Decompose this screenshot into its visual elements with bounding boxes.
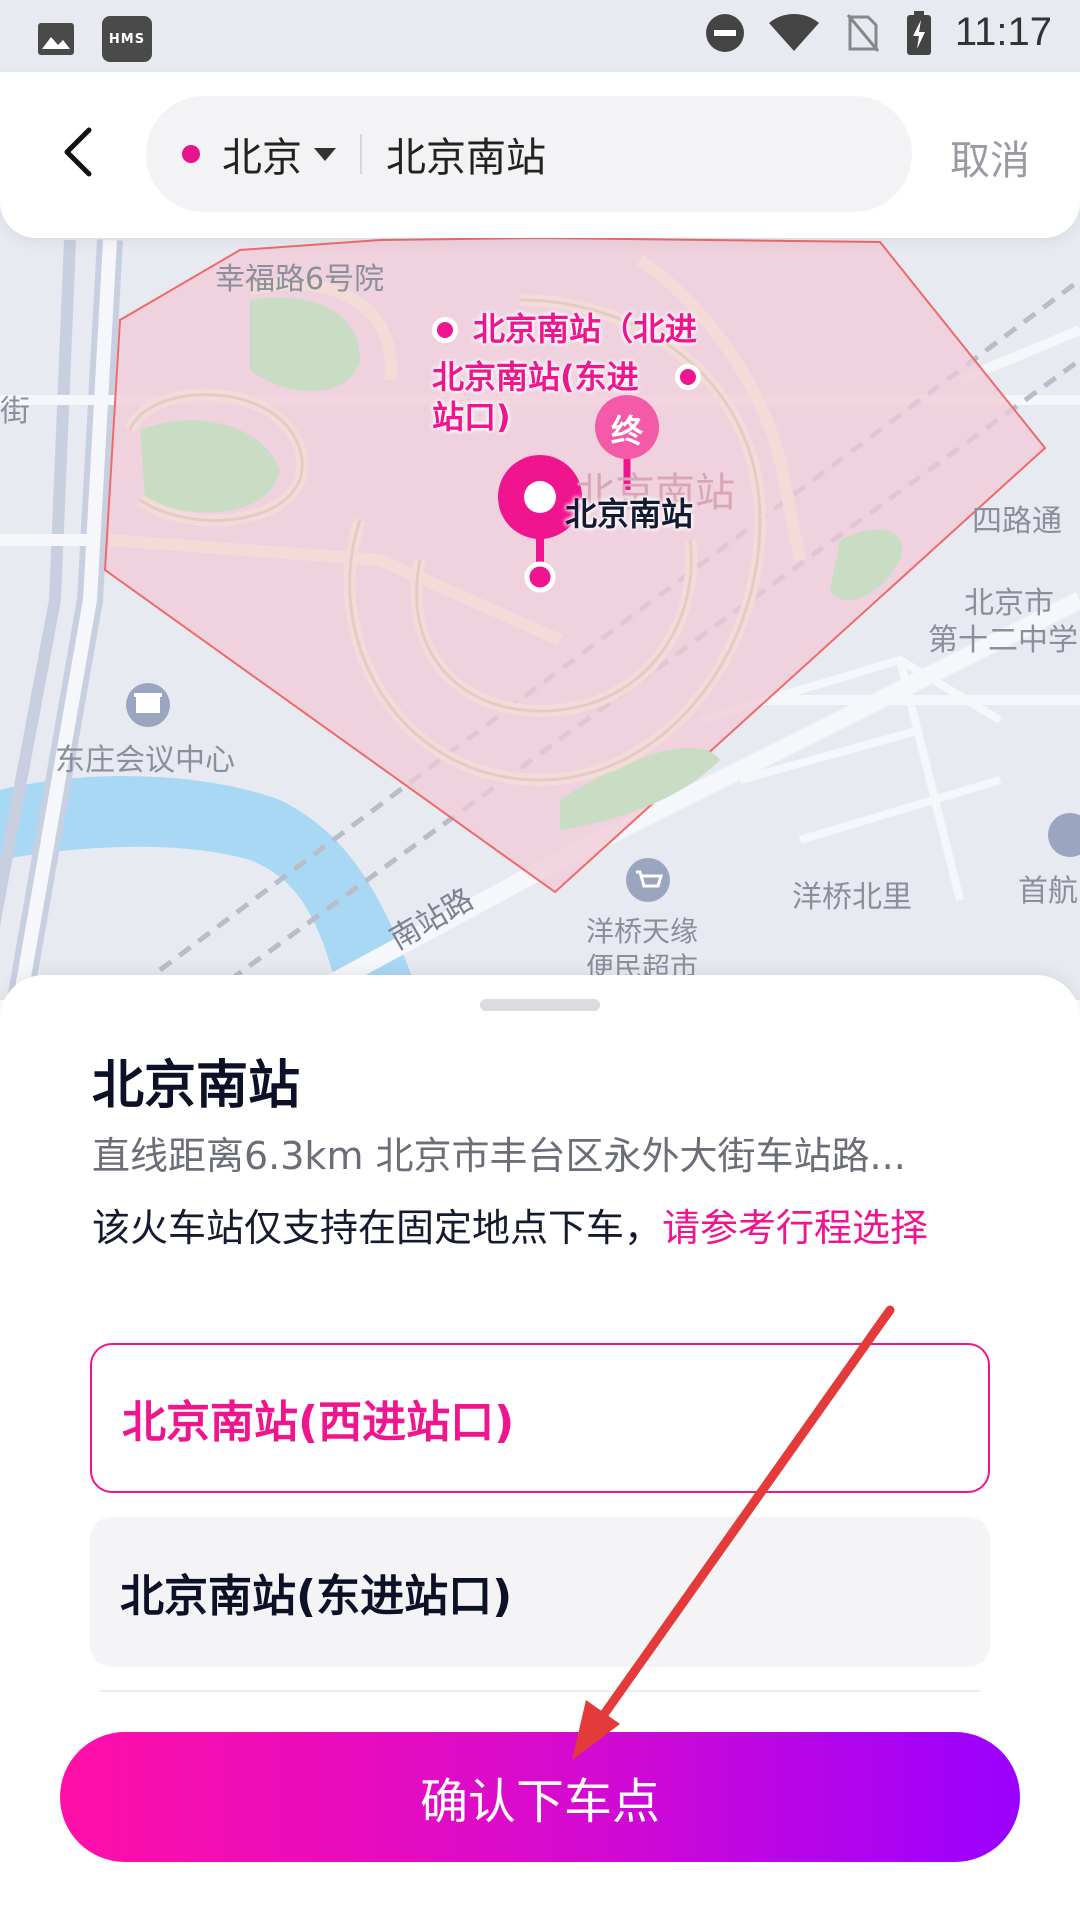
pin-north-entrance[interactable]	[432, 317, 458, 343]
pin-label-north-entrance[interactable]: 北京南站（北进	[473, 310, 697, 348]
map-label-tianyuan: 洋桥天缘	[586, 915, 699, 948]
wifi-icon	[767, 13, 821, 53]
map-label-dongzhuang: 东庄会议中心	[55, 743, 235, 778]
status-time: 11:17	[954, 10, 1052, 54]
notice-link[interactable]: 请参考行程选择	[662, 1206, 928, 1250]
image-icon	[36, 19, 76, 59]
map-label-yangqiao-north: 洋桥北里	[792, 880, 912, 915]
shopping-cart-icon	[626, 858, 670, 902]
option-east-entrance[interactable]: 北京南站(东进站口)	[90, 1517, 990, 1667]
search-input[interactable]	[386, 131, 786, 177]
map-label-no12: 第十二中学	[928, 623, 1078, 658]
pin-label-east-entrance[interactable]: 北京南站(东进	[432, 358, 639, 396]
place-info: 直线距离6.3km 北京市丰台区永外大街车站路...	[92, 1134, 906, 1178]
status-bar: HMS 11:17	[0, 0, 1080, 72]
search-box: 北京	[146, 96, 912, 212]
pin-east-entrance[interactable]	[675, 364, 701, 390]
notice-text: 该火车站仅支持在固定地点下车，	[92, 1206, 663, 1250]
map-label-silutong: 四路通	[972, 504, 1062, 539]
no-sim-icon	[843, 13, 883, 53]
sheet-drag-handle[interactable]	[480, 999, 600, 1011]
map-label-shouhang: 首航	[1018, 874, 1078, 909]
map-label-jie: 街	[0, 394, 30, 429]
place-title: 北京南站	[92, 1056, 301, 1116]
battery-charging-icon	[905, 10, 933, 55]
option-west-entrance[interactable]: 北京南站(西进站口)	[90, 1343, 990, 1493]
pin-label-east-entrance-2[interactable]: 站口)	[432, 398, 511, 436]
bottom-sheet: 北京南站 直线距离6.3km 北京市丰台区永外大街车站路... 该火车站仅支持在…	[0, 975, 1080, 1920]
pin-label-main: 北京南站	[565, 495, 694, 533]
chevron-left-icon	[64, 127, 92, 177]
back-button[interactable]	[48, 122, 108, 182]
city-selector[interactable]: 北京	[222, 125, 302, 183]
city-dot-icon	[182, 145, 200, 163]
dropoff-notice: 该火车站仅支持在固定地点下车，请参考行程选择	[92, 1203, 992, 1253]
caret-down-icon[interactable]	[314, 147, 336, 161]
cancel-button[interactable]: 取消	[950, 128, 1030, 186]
list-divider	[100, 1690, 980, 1692]
map-label-xingfu: 幸福路6号院	[215, 262, 385, 297]
hms-icon: HMS	[102, 16, 152, 62]
confirm-dropoff-button[interactable]: 确认下车点	[60, 1732, 1020, 1862]
search-header: 北京 取消	[0, 72, 1080, 238]
end-badge-label: 终	[610, 412, 643, 450]
dnd-icon	[705, 13, 745, 53]
search-divider	[360, 134, 362, 174]
